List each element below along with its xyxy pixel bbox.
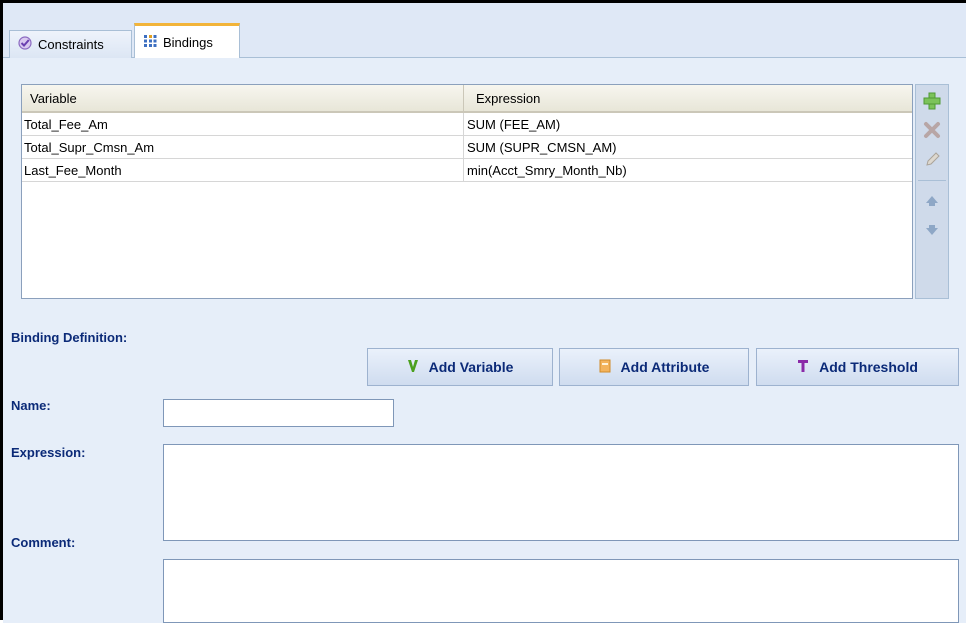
arrow-up-icon	[925, 194, 939, 211]
edit-row-button[interactable]	[920, 148, 944, 172]
cell-expression: min(Acct_Smry_Month_Nb)	[467, 162, 627, 178]
add-threshold-button[interactable]: Add Threshold	[756, 348, 959, 386]
add-variable-label: Add Variable	[428, 359, 514, 375]
add-row-button[interactable]	[920, 90, 944, 114]
toolbar-divider	[918, 180, 946, 181]
cell-variable: Last_Fee_Month	[22, 159, 464, 181]
bindings-table: Variable Expression Total_Fee_Am SUM (FE…	[21, 84, 913, 299]
variable-icon	[407, 359, 419, 376]
table-row[interactable]: Last_Fee_Month min(Acct_Smry_Month_Nb)	[22, 159, 912, 182]
table-header: Variable Expression	[22, 85, 912, 113]
threshold-icon	[797, 359, 809, 376]
column-header-variable[interactable]: Variable	[22, 85, 464, 111]
grid-dots-icon	[143, 34, 157, 51]
tab-label: Bindings	[163, 34, 213, 50]
add-attribute-button[interactable]: Add Attribute	[559, 348, 749, 386]
move-up-button[interactable]	[920, 190, 944, 214]
add-attribute-label: Add Attribute	[620, 359, 710, 375]
name-input[interactable]	[163, 399, 394, 427]
comment-textarea[interactable]	[163, 559, 959, 623]
pencil-icon	[923, 150, 941, 171]
check-shield-icon	[18, 36, 32, 53]
delete-row-button[interactable]	[920, 119, 944, 143]
move-down-button[interactable]	[920, 219, 944, 243]
bindings-editor: Constraints Bindings Variable Expression…	[0, 0, 966, 623]
tab-strip: Constraints Bindings	[3, 3, 966, 59]
cell-variable: Total_Fee_Am	[22, 113, 464, 135]
bindings-panel: Variable Expression Total_Fee_Am SUM (FE…	[3, 58, 966, 623]
tab-constraints[interactable]: Constraints	[9, 30, 132, 58]
expression-label: Expression:	[11, 445, 86, 460]
plus-icon	[923, 92, 941, 113]
attribute-icon	[599, 359, 611, 376]
tab-label: Constraints	[38, 37, 104, 52]
binding-definition-title: Binding Definition:	[11, 330, 128, 345]
comment-label: Comment:	[11, 535, 76, 550]
cell-expression: SUM (SUPR_CMSN_AM)	[467, 139, 617, 155]
cell-expression: SUM (FEE_AM)	[467, 116, 561, 132]
expression-textarea[interactable]	[163, 444, 959, 541]
table-toolbar	[915, 84, 949, 299]
name-label: Name:	[11, 398, 51, 413]
cell-variable: Total_Supr_Cmsn_Am	[22, 136, 464, 158]
table-row[interactable]: Total_Fee_Am SUM (FEE_AM)	[22, 113, 912, 136]
table-row[interactable]: Total_Supr_Cmsn_Am SUM (SUPR_CMSN_AM)	[22, 136, 912, 159]
column-header-expression[interactable]: Expression	[464, 85, 912, 111]
add-threshold-label: Add Threshold	[819, 359, 918, 375]
delete-x-icon	[923, 121, 941, 142]
add-variable-button[interactable]: Add Variable	[367, 348, 553, 386]
arrow-down-icon	[925, 223, 939, 240]
tab-bindings[interactable]: Bindings	[134, 23, 240, 59]
